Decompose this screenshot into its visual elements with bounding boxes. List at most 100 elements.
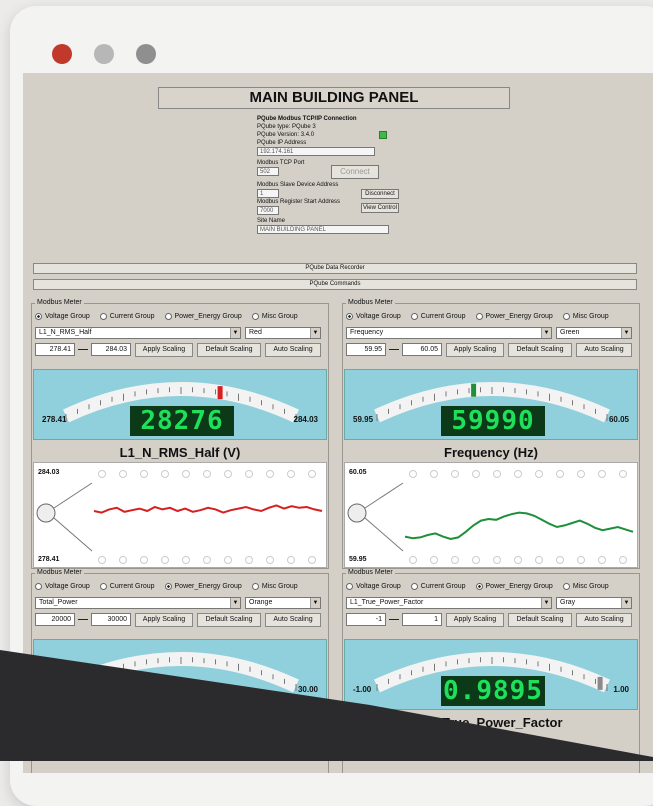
radio-label: Power_Energy Group <box>485 583 553 590</box>
trend-zoom-icon[interactable] <box>36 503 56 523</box>
color-select[interactable]: Red ▼ <box>245 327 321 339</box>
group-radio[interactable]: Power_Energy Group <box>164 583 242 590</box>
apply-scaling-button[interactable]: Apply Scaling <box>135 613 193 627</box>
gauge-display: 278.41 284.03 28276 <box>33 369 327 440</box>
group-radio[interactable]: Current Group <box>99 583 155 590</box>
group-radio-set: Voltage Group Current Group Power_Energy G… <box>35 313 298 320</box>
modbus-meter-panel: Modbus Meter Voltage Group Current Group Po… <box>31 569 329 773</box>
trend-marker <box>98 556 106 564</box>
channel-select[interactable]: Total_Power ▼ <box>35 597 241 609</box>
radio-circle-icon <box>99 583 107 590</box>
gauge-needle-icon <box>217 386 223 400</box>
default-scaling-button[interactable]: Default Scaling <box>197 343 261 357</box>
group-radio[interactable]: Power_Energy Group <box>475 313 553 320</box>
auto-scaling-button[interactable]: Auto Scaling <box>576 613 632 627</box>
trend-marker <box>409 556 417 564</box>
trend-marker <box>98 470 106 478</box>
color-select[interactable]: Orange ▼ <box>245 597 321 609</box>
range-dash <box>78 619 88 620</box>
channel-select[interactable]: L1_N_RMS_Half ▼ <box>35 327 241 339</box>
minimize-dot-icon[interactable] <box>94 44 114 64</box>
group-radio[interactable]: Voltage Group <box>35 583 90 590</box>
color-select[interactable]: Green ▼ <box>556 327 632 339</box>
modbus-meter-panel: Modbus Meter Voltage Group Current Group Po… <box>342 299 640 569</box>
radio-label: Current Group <box>420 313 466 320</box>
group-radio[interactable]: Voltage Group <box>346 583 401 590</box>
commands-button[interactable]: PQube Commands <box>33 279 637 290</box>
digital-readout: 59990 <box>441 406 545 436</box>
max-scale-input[interactable]: 30000 <box>91 613 131 626</box>
radio-label: Voltage Group <box>45 583 90 590</box>
group-radio[interactable]: Power_Energy Group <box>164 313 242 320</box>
apply-scaling-button[interactable]: Apply Scaling <box>446 343 504 357</box>
radio-circle-icon <box>475 583 483 590</box>
auto-scaling-button[interactable]: Auto Scaling <box>265 613 321 627</box>
max-scale-input[interactable]: 284.03 <box>91 343 131 356</box>
auto-scaling-button[interactable]: Auto Scaling <box>265 343 321 357</box>
trend-marker <box>140 470 148 478</box>
default-scaling-button[interactable]: Default Scaling <box>508 613 572 627</box>
group-radio[interactable]: Voltage Group <box>35 313 90 320</box>
color-select[interactable]: Gray ▼ <box>556 597 632 609</box>
close-dot-icon[interactable] <box>52 44 72 64</box>
radio-circle-icon <box>475 313 483 320</box>
view-control-button[interactable]: View Control <box>361 203 399 213</box>
min-scale-input[interactable]: 20000 <box>35 613 75 626</box>
data-recorder-button[interactable]: PQube Data Recorder <box>33 263 637 274</box>
trend-marker <box>245 556 253 564</box>
group-radio[interactable]: Misc Group <box>251 583 298 590</box>
min-scale-input[interactable]: -1 <box>346 613 386 626</box>
channel-select[interactable]: L1_True_Power_Factor ▼ <box>346 597 552 609</box>
default-scaling-button[interactable]: Default Scaling <box>508 343 572 357</box>
gauge-max-label: 1.00 <box>613 685 629 694</box>
group-radio[interactable]: Misc Group <box>251 313 298 320</box>
trend-marker <box>203 556 211 564</box>
range-dash <box>389 619 399 620</box>
apply-scaling-button[interactable]: Apply Scaling <box>135 343 193 357</box>
trend-marker <box>451 470 459 478</box>
radio-label: Power_Energy Group <box>485 313 553 320</box>
group-radio[interactable]: Current Group <box>410 313 466 320</box>
maximize-dot-icon[interactable] <box>136 44 156 64</box>
max-scale-input[interactable]: 1 <box>402 613 442 626</box>
range-dash <box>78 349 88 350</box>
trend-marker <box>493 470 501 478</box>
channel-select[interactable]: Frequency ▼ <box>346 327 552 339</box>
group-radio[interactable]: Misc Group <box>562 583 609 590</box>
radio-circle-icon <box>35 313 42 320</box>
apply-scaling-button[interactable]: Apply Scaling <box>446 613 504 627</box>
connect-button[interactable]: Connect <box>331 165 379 179</box>
auto-scaling-button[interactable]: Auto Scaling <box>576 343 632 357</box>
group-radio[interactable]: Power_Energy Group <box>475 583 553 590</box>
min-scale-input[interactable]: 278.41 <box>35 343 75 356</box>
channel-value: Frequency <box>350 329 384 336</box>
disconnect-button[interactable]: Disconnect <box>361 189 399 199</box>
trend-marker <box>161 556 169 564</box>
port-field[interactable]: 502 <box>257 167 279 176</box>
trend-marker <box>224 470 232 478</box>
gauge-arc <box>63 652 299 693</box>
ip-address-select[interactable]: 192.174.161 <box>257 147 375 156</box>
group-radio[interactable]: Misc Group <box>562 313 609 320</box>
gauge-needle <box>597 676 603 690</box>
gauge-display: -1.00 1.00 0.9895 <box>344 639 638 710</box>
trend-marker <box>577 556 585 564</box>
radio-label: Misc Group <box>261 583 298 590</box>
group-radio[interactable]: Current Group <box>99 313 155 320</box>
trend-marker <box>161 470 169 478</box>
digital-readout: 28276 <box>130 406 234 436</box>
group-radio[interactable]: Current Group <box>410 583 466 590</box>
trend-marker <box>308 470 316 478</box>
group-radio[interactable]: Voltage Group <box>346 313 401 320</box>
max-scale-input[interactable]: 60.05 <box>402 343 442 356</box>
min-scale-input[interactable]: 59.95 <box>346 343 386 356</box>
trend-zoom-icon[interactable] <box>347 503 367 523</box>
gauge-min-label: -1.00 <box>353 685 372 694</box>
start-field[interactable]: 7000 <box>257 206 279 215</box>
default-scaling-button[interactable]: Default Scaling <box>197 613 261 627</box>
gauge-max-label: 60.05 <box>608 415 629 424</box>
trend-marker <box>619 470 627 478</box>
slave-field[interactable]: 1 <box>257 189 279 198</box>
trend-line <box>404 511 634 541</box>
site-name-field[interactable]: MAIN BUILDING PANEL <box>257 225 389 234</box>
